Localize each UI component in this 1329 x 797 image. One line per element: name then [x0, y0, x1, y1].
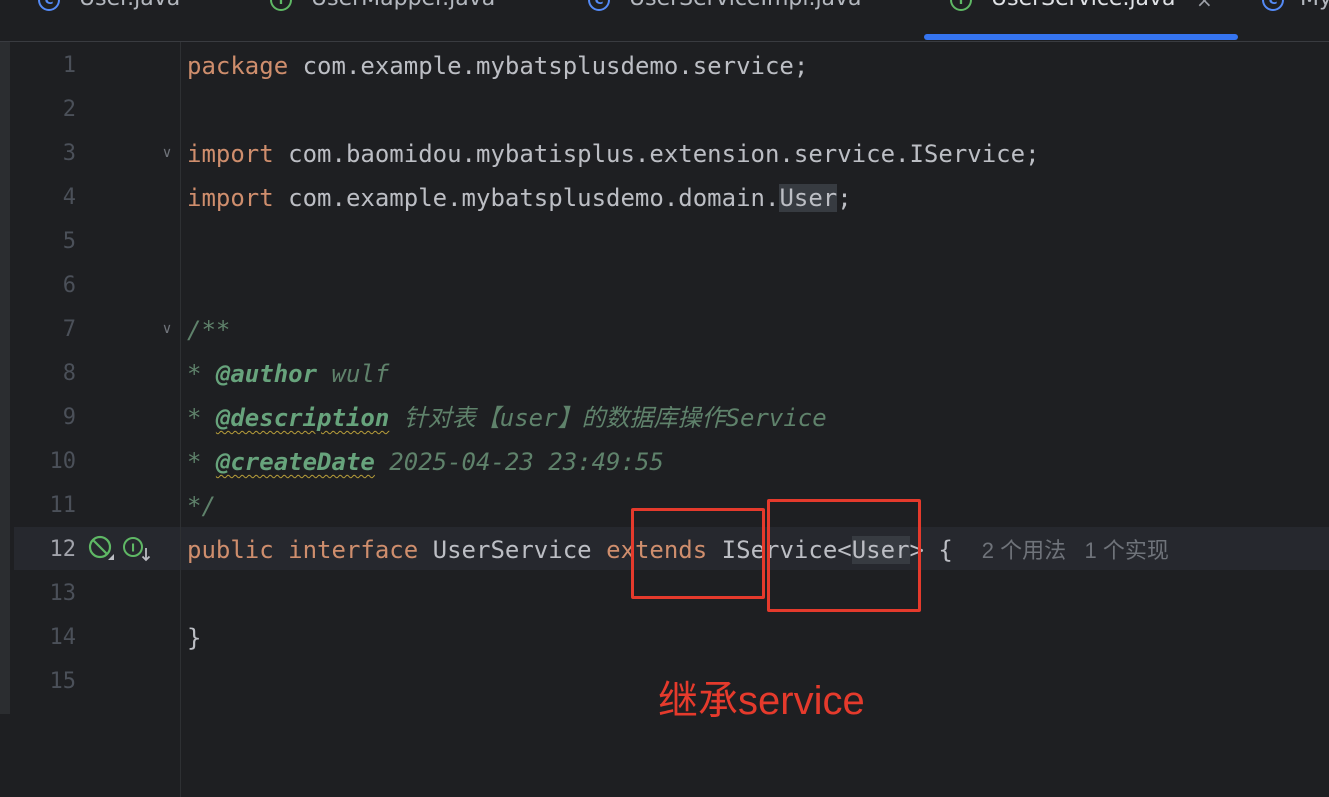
class-icon: C: [38, 0, 60, 11]
implementations-hint[interactable]: 1 个实现: [1084, 538, 1168, 563]
doc-text: 针对表【user】的数据库操作Service: [389, 404, 827, 432]
line-number-current: 12: [49, 537, 77, 562]
open-brace: {: [938, 536, 953, 564]
doc-star: *: [187, 404, 216, 432]
line-number: 10: [49, 449, 77, 474]
code-line-8: * @author wulf: [187, 359, 389, 389]
code-line-14: }: [187, 624, 202, 652]
ide-editor-window: C User.java I UserMapper.java C UserServ…: [0, 0, 1329, 797]
line-number: 15: [49, 669, 77, 694]
interface-name: UserService: [432, 536, 592, 564]
implemented-interface-icon[interactable]: I: [122, 536, 154, 562]
class-icon: C: [1262, 0, 1284, 11]
class-icon: C: [588, 0, 610, 11]
doc-tag: @author: [215, 360, 318, 388]
active-tab-indicator: [924, 34, 1238, 40]
highlighted-identifier[interactable]: User: [779, 184, 838, 212]
line-number: 6: [62, 273, 76, 298]
tab-userserviceimpl-java[interactable]: C UserServiceImpl.java: [588, 0, 898, 40]
tab-label: User.java: [79, 0, 180, 14]
annotation-box-extends: [631, 508, 765, 599]
keyword: import: [187, 184, 274, 212]
keyword: interface: [288, 536, 419, 564]
package-path: com.example.mybatsplusdemo.service;: [288, 52, 809, 80]
line-number: 7: [62, 317, 76, 342]
tab-usermapper-java[interactable]: I UserMapper.java: [270, 0, 550, 40]
keyword: package: [187, 52, 289, 80]
code-line-9: * @description 针对表【user】的数据库操作Service: [187, 403, 827, 433]
svg-text:I: I: [131, 542, 135, 555]
tab-label: My: [1300, 0, 1329, 14]
code-line-10: * @createDate 2025-04-23 23:49:55: [187, 447, 664, 477]
interface-icon: I: [270, 0, 292, 11]
import-path: com.example.mybatsplusdemo.domain.: [273, 184, 780, 212]
code-line-11: */: [187, 492, 216, 520]
fold-chevron-icon[interactable]: ∨: [158, 144, 176, 162]
line-number: 4: [62, 185, 76, 210]
line-number: 1: [62, 53, 76, 78]
line-number: 11: [49, 493, 77, 518]
gutter-divider: [180, 42, 181, 797]
fold-chevron-icon[interactable]: ∨: [158, 320, 176, 338]
annotation-box-iservice: [767, 499, 921, 612]
line-number: 9: [62, 405, 76, 430]
line-number: 5: [62, 229, 76, 254]
import-path: com.baomidou.mybatisplus.extension.servi…: [273, 140, 1040, 168]
code-line-7: /**: [187, 316, 231, 344]
keyword: public: [187, 536, 274, 564]
doc-star: *: [187, 360, 216, 388]
disabled-bean-icon[interactable]: [88, 535, 114, 561]
semicolon: ;: [837, 184, 852, 212]
tab-label: UserServiceImpl.java: [629, 0, 862, 14]
doc-text: wulf: [317, 360, 390, 388]
annotation-label: 继承service: [658, 679, 865, 723]
interface-icon: I: [950, 0, 972, 11]
doc-star: *: [187, 448, 216, 476]
line-number: 2: [62, 97, 76, 122]
left-scroll-strip[interactable]: [0, 42, 10, 714]
line-number: 14: [49, 625, 77, 650]
code-line-3: import com.baomidou.mybatisplus.extensio…: [187, 139, 1040, 169]
tab-my[interactable]: C My: [1262, 0, 1329, 40]
doc-text: 2025-04-23 23:49:55: [374, 448, 664, 476]
code-line-1: package com.example.mybatsplusdemo.servi…: [187, 51, 808, 81]
close-icon[interactable]: ×: [1196, 0, 1213, 12]
usages-hint[interactable]: 2 个用法: [982, 538, 1066, 563]
tab-label: UserService.java: [991, 0, 1176, 14]
code-line-4: import com.example.mybatsplusdemo.domain…: [187, 183, 852, 213]
doc-tag: @createDate: [215, 448, 375, 476]
tab-label: UserMapper.java: [311, 0, 495, 14]
line-number: 13: [49, 581, 77, 606]
line-number: 3: [62, 141, 76, 166]
tab-user-java[interactable]: C User.java: [38, 0, 228, 40]
doc-tag: @description: [215, 404, 390, 432]
keyword: import: [187, 140, 274, 168]
line-number: 8: [62, 361, 76, 386]
editor-tab-bar: C User.java I UserMapper.java C UserServ…: [0, 0, 1329, 42]
